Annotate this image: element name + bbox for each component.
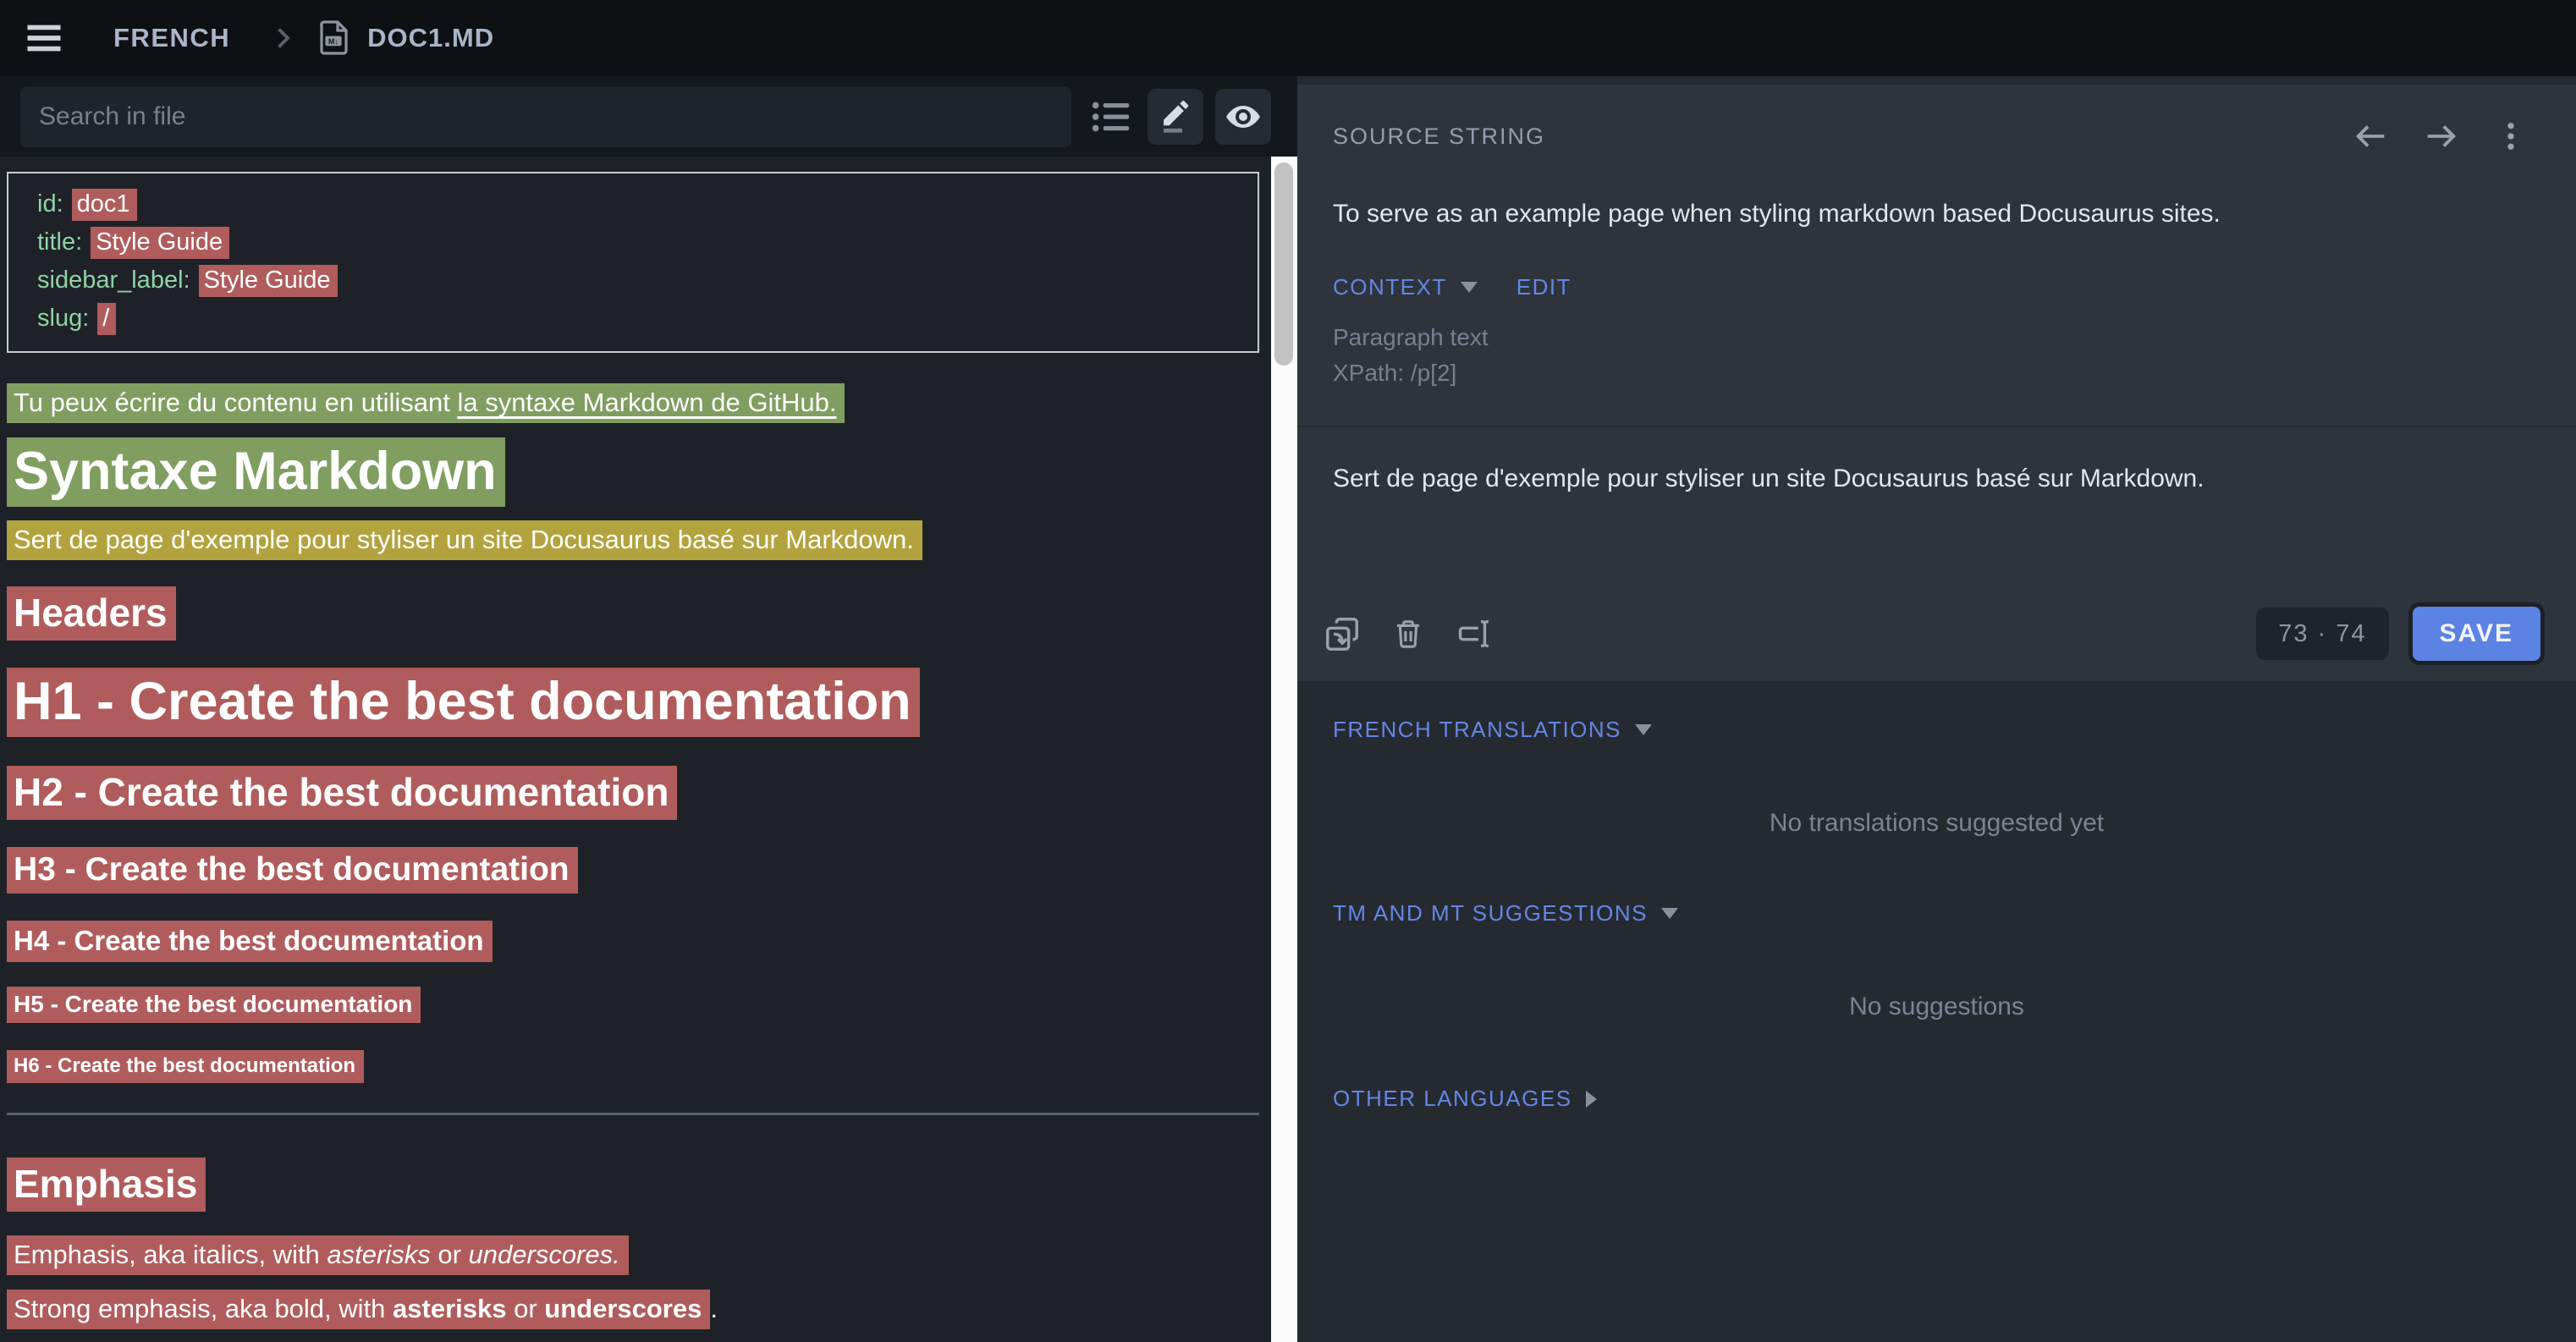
doc-heading-h1: H1 - Create the best documentation [7, 666, 1259, 737]
translation-input-text[interactable]: Sert de page d'exemple pour styliser un … [1333, 465, 2529, 493]
suggestion-sections: FRENCH TRANSLATIONS No translations sugg… [1297, 681, 2576, 1342]
doc-paragraph-intro: Tu peux écrire du contenu en utilisant l… [7, 383, 1259, 422]
card-header: SOURCE STRING [1333, 85, 2529, 156]
editor-panel: SOURCE STRING To serve as an example pag… [1297, 76, 2576, 1342]
arrow-right-icon[interactable] [2422, 117, 2461, 156]
translation-unit[interactable]: H5 - Create the best documentation [7, 987, 421, 1023]
doc-heading-syntaxe: Syntaxe Markdown [7, 436, 1259, 507]
translation-unit[interactable]: Strong emphasis, aka bold, with asterisk… [7, 1290, 710, 1329]
chevron-down-icon [1461, 282, 1478, 293]
markdown-file-icon: M↓ [313, 18, 354, 58]
arrow-left-icon[interactable] [2351, 117, 2390, 156]
doc-link[interactable]: la syntaxe Markdown de GitHub. [457, 388, 836, 417]
doc-heading-headers: Headers [7, 585, 1259, 641]
frontmatter-block: id:doc1 title:Style Guide sidebar_label:… [7, 172, 1259, 353]
translation-unit[interactable]: Style Guide [91, 227, 229, 259]
translation-unit[interactable]: Emphasis [7, 1158, 206, 1212]
translation-unit[interactable]: H6 - Create the best documentation [7, 1050, 364, 1083]
chevron-right-icon [267, 23, 298, 53]
doc-paragraph-italics: Emphasis, aka italics, with asterisks or… [7, 1235, 1259, 1274]
search-row [0, 76, 1297, 157]
xpath-info: XPath: /p[2] [1333, 360, 2529, 387]
breadcrumb-project[interactable]: FRENCH [113, 23, 230, 53]
copy-source-icon[interactable] [1323, 614, 1362, 653]
translation-unit[interactable]: doc1 [72, 189, 137, 221]
translation-unit[interactable]: H3 - Create the best documentation [7, 847, 578, 894]
frontmatter-line: sidebar_label:Style Guide [37, 261, 1241, 300]
kebab-menu-icon[interactable] [2493, 118, 2529, 154]
translation-unit[interactable]: H4 - Create the best documentation [7, 921, 493, 962]
menu-icon[interactable] [22, 16, 66, 60]
context-info: Paragraph text [1333, 324, 2529, 351]
edit-button[interactable]: EDIT [1516, 274, 1571, 300]
preview-mode-button[interactable] [1215, 89, 1271, 145]
document-panel: id:doc1 title:Style Guide sidebar_label:… [0, 76, 1297, 1342]
scrollbar-thumb[interactable] [1274, 162, 1293, 366]
translation-unit[interactable]: H2 - Create the best documentation [7, 766, 677, 820]
doc-heading-h6: H6 - Create the best documentation [7, 1050, 1259, 1082]
breadcrumb-file[interactable]: DOC1.MD [367, 23, 494, 53]
card-divider [1297, 426, 2576, 427]
document-preview: id:doc1 title:Style Guide sidebar_label:… [0, 157, 1271, 1342]
insert-field-icon[interactable] [1455, 614, 1494, 653]
doc-paragraph-selected: Sert de page d'exemple pour styliser un … [7, 520, 1259, 559]
delete-translation-icon[interactable] [1390, 616, 1426, 652]
frontmatter-line: id:doc1 [37, 185, 1241, 223]
horizontal-rule [7, 1113, 1259, 1115]
frontmatter-line: slug:/ [37, 300, 1241, 338]
search-input[interactable] [20, 86, 1071, 147]
context-toggle[interactable]: CONTEXT [1333, 274, 1447, 300]
char-count-badge: 73 · 74 [2256, 608, 2388, 660]
document-scrollbar[interactable] [1271, 157, 1297, 1342]
section-tm-mt-suggestions[interactable]: TM AND MT SUGGESTIONS [1333, 900, 2540, 927]
translation-unit[interactable]: / [97, 303, 116, 335]
translation-unit-selected[interactable]: Sert de page d'exemple pour styliser un … [7, 520, 922, 560]
editor-toolbar: 73 · 74 SAVE [1323, 607, 2540, 661]
translation-unit[interactable]: Style Guide [199, 265, 338, 297]
translations-empty-message: No translations suggested yet [1333, 809, 2540, 838]
doc-heading-h5: H5 - Create the best documentation [7, 986, 1259, 1023]
panel-title: SOURCE STRING [1333, 124, 2319, 150]
section-other-languages[interactable]: OTHER LANGUAGES [1333, 1086, 2540, 1112]
string-list-icon[interactable] [1088, 93, 1136, 140]
edit-mode-button[interactable] [1148, 89, 1203, 145]
source-string-text: To serve as an example page when styling… [1333, 200, 2529, 228]
doc-paragraph-bold: Strong emphasis, aka bold, with asterisk… [7, 1290, 1259, 1328]
frontmatter-line: title:Style Guide [37, 223, 1241, 261]
translation-unit-translated[interactable]: Syntaxe Markdown [7, 437, 505, 507]
chevron-right-icon [1586, 1091, 1597, 1108]
doc-heading-h3: H3 - Create the best documentation [7, 845, 1259, 894]
translation-unit-translated[interactable]: Tu peux écrire du contenu en utilisant l… [7, 383, 845, 423]
context-row: CONTEXT EDIT [1333, 274, 2529, 300]
chevron-down-icon [1635, 724, 1652, 735]
doc-heading-emphasis: Emphasis [7, 1156, 1259, 1212]
translation-unit[interactable]: H1 - Create the best documentation [7, 668, 920, 737]
app-bar: FRENCH M↓ DOC1.MD [0, 0, 2576, 76]
source-string-card: SOURCE STRING To serve as an example pag… [1297, 85, 2576, 681]
section-french-translations[interactable]: FRENCH TRANSLATIONS [1333, 717, 2540, 743]
suggestions-empty-message: No suggestions [1333, 993, 2540, 1021]
doc-heading-h2: H2 - Create the best documentation [7, 764, 1259, 820]
chevron-down-icon [1661, 908, 1678, 919]
translation-unit[interactable]: Headers [7, 586, 176, 641]
svg-text:M↓: M↓ [328, 37, 339, 46]
translation-unit[interactable]: Emphasis, aka italics, with asterisks or… [7, 1235, 629, 1275]
doc-heading-h4: H4 - Create the best documentation [7, 920, 1259, 962]
save-button[interactable]: SAVE [2413, 607, 2540, 661]
